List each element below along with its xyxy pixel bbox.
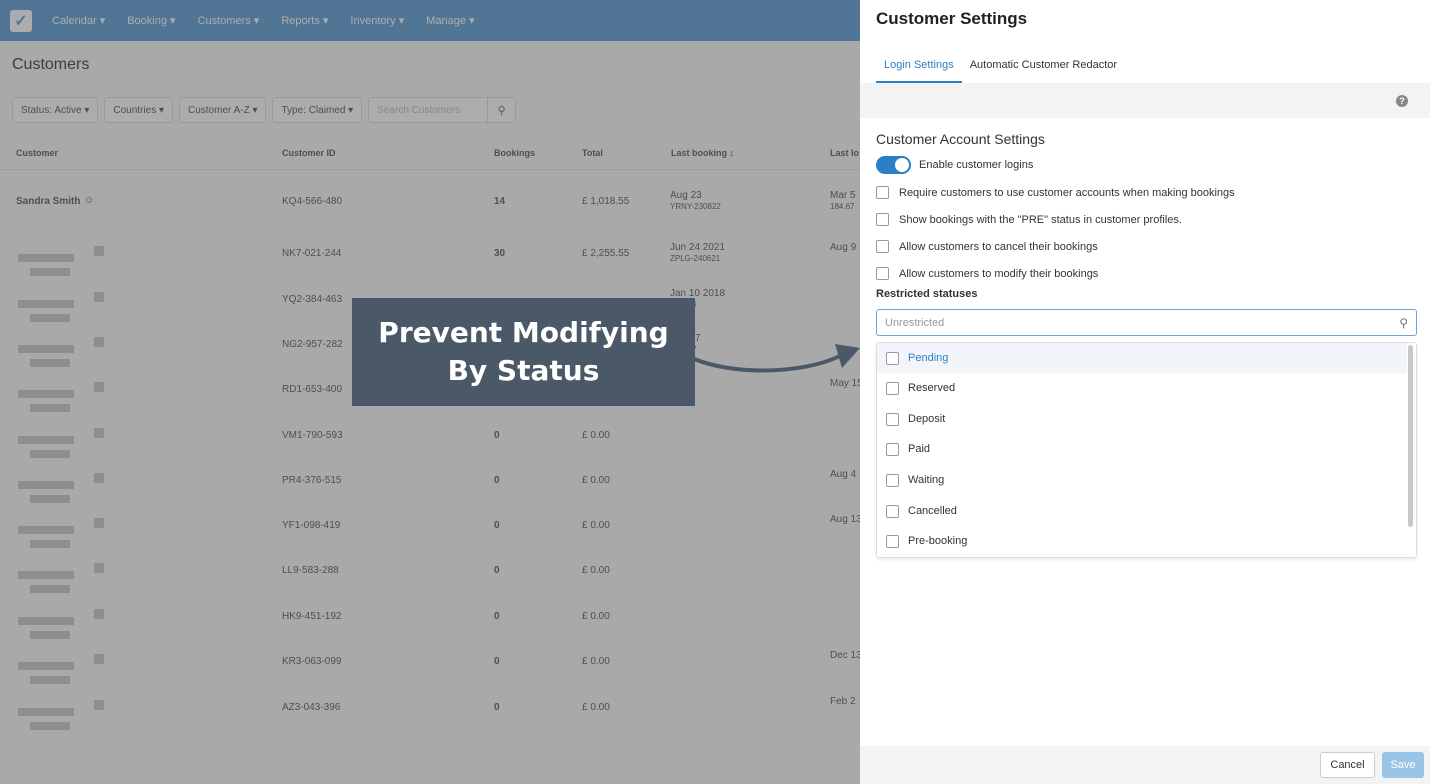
- search-icon: ⚲: [1399, 316, 1408, 330]
- status-option-reserved[interactable]: Reserved: [877, 373, 1407, 403]
- status-option-paid[interactable]: Paid: [877, 434, 1407, 464]
- tab-login-settings[interactable]: Login Settings: [876, 55, 962, 83]
- status-option-label: Reserved: [908, 382, 956, 394]
- save-button[interactable]: Save: [1382, 752, 1424, 778]
- status-option-checkbox[interactable]: [886, 473, 899, 487]
- status-option-label: Waiting: [908, 474, 945, 486]
- allow-cancel-checkbox[interactable]: [876, 240, 889, 253]
- status-option-checkbox[interactable]: [886, 504, 899, 518]
- status-option-cancelled[interactable]: Cancelled: [877, 496, 1407, 526]
- settings-tabs: Login Settings Automatic Customer Redact…: [876, 55, 1125, 83]
- allow-cancel-row: Allow customers to cancel their bookings: [876, 240, 1098, 253]
- status-option-label: Deposit: [908, 413, 946, 425]
- require-accounts-checkbox[interactable]: [876, 186, 889, 199]
- annotation-arrow-icon: [691, 344, 860, 373]
- show-pre-bookings-checkbox[interactable]: [876, 213, 889, 226]
- status-option-checkbox[interactable]: [886, 534, 899, 548]
- status-option-checkbox[interactable]: [886, 381, 899, 395]
- allow-cancel-label: Allow customers to cancel their bookings: [899, 240, 1098, 253]
- status-dropdown: Pending Reserved Deposit Paid Waiting Ca…: [876, 342, 1417, 558]
- callout-line-1: Prevent Modifying: [378, 316, 669, 349]
- customer-settings-panel: Customer Settings Login Settings Automat…: [860, 0, 1430, 784]
- callout-line-2: By Status: [447, 354, 600, 387]
- restricted-statuses-label: Restricted statuses: [876, 288, 978, 300]
- status-option-checkbox[interactable]: [886, 351, 899, 365]
- dropdown-scrollbar[interactable]: [1408, 345, 1413, 527]
- annotation-callout: Prevent Modifying By Status: [352, 298, 695, 406]
- panel-title: Customer Settings: [876, 9, 1028, 28]
- allow-modify-checkbox[interactable]: [876, 267, 889, 280]
- status-option-label: Paid: [908, 443, 931, 455]
- allow-modify-row: Allow customers to modify their bookings: [876, 267, 1098, 280]
- enable-logins-toggle[interactable]: [876, 156, 911, 174]
- status-option-label: Cancelled: [908, 505, 957, 517]
- panel-footer: Cancel Save: [860, 746, 1430, 784]
- status-option-checkbox[interactable]: [886, 442, 899, 456]
- require-accounts-label: Require customers to use customer accoun…: [899, 186, 1235, 199]
- show-pre-bookings-row: Show bookings with the "PRE" status in c…: [876, 213, 1182, 226]
- enable-logins-row: Enable customer logins: [876, 156, 1033, 174]
- status-option-waiting[interactable]: Waiting: [877, 465, 1407, 495]
- tab-automatic-customer-redactor[interactable]: Automatic Customer Redactor: [962, 55, 1125, 83]
- cancel-button[interactable]: Cancel: [1320, 752, 1375, 778]
- restricted-placeholder: Unrestricted: [885, 316, 945, 329]
- require-accounts-row: Require customers to use customer accoun…: [876, 186, 1235, 199]
- status-option-label: Pre-booking: [908, 535, 968, 547]
- status-option-label: Pending: [908, 352, 949, 364]
- status-option-checkbox[interactable]: [886, 412, 899, 426]
- help-strip: ?: [860, 83, 1430, 118]
- enable-logins-label: Enable customer logins: [919, 159, 1034, 171]
- section-title: Customer Account Settings: [876, 131, 1045, 147]
- status-option-pending[interactable]: Pending: [877, 343, 1407, 373]
- status-option-pre-booking[interactable]: Pre-booking: [877, 526, 1407, 556]
- help-icon[interactable]: ?: [1396, 95, 1408, 107]
- status-option-deposit[interactable]: Deposit: [877, 404, 1407, 434]
- allow-modify-label: Allow customers to modify their bookings: [899, 267, 1099, 280]
- show-pre-bookings-label: Show bookings with the "PRE" status in c…: [899, 213, 1182, 226]
- restricted-statuses-input[interactable]: Unrestricted ⚲: [876, 309, 1417, 336]
